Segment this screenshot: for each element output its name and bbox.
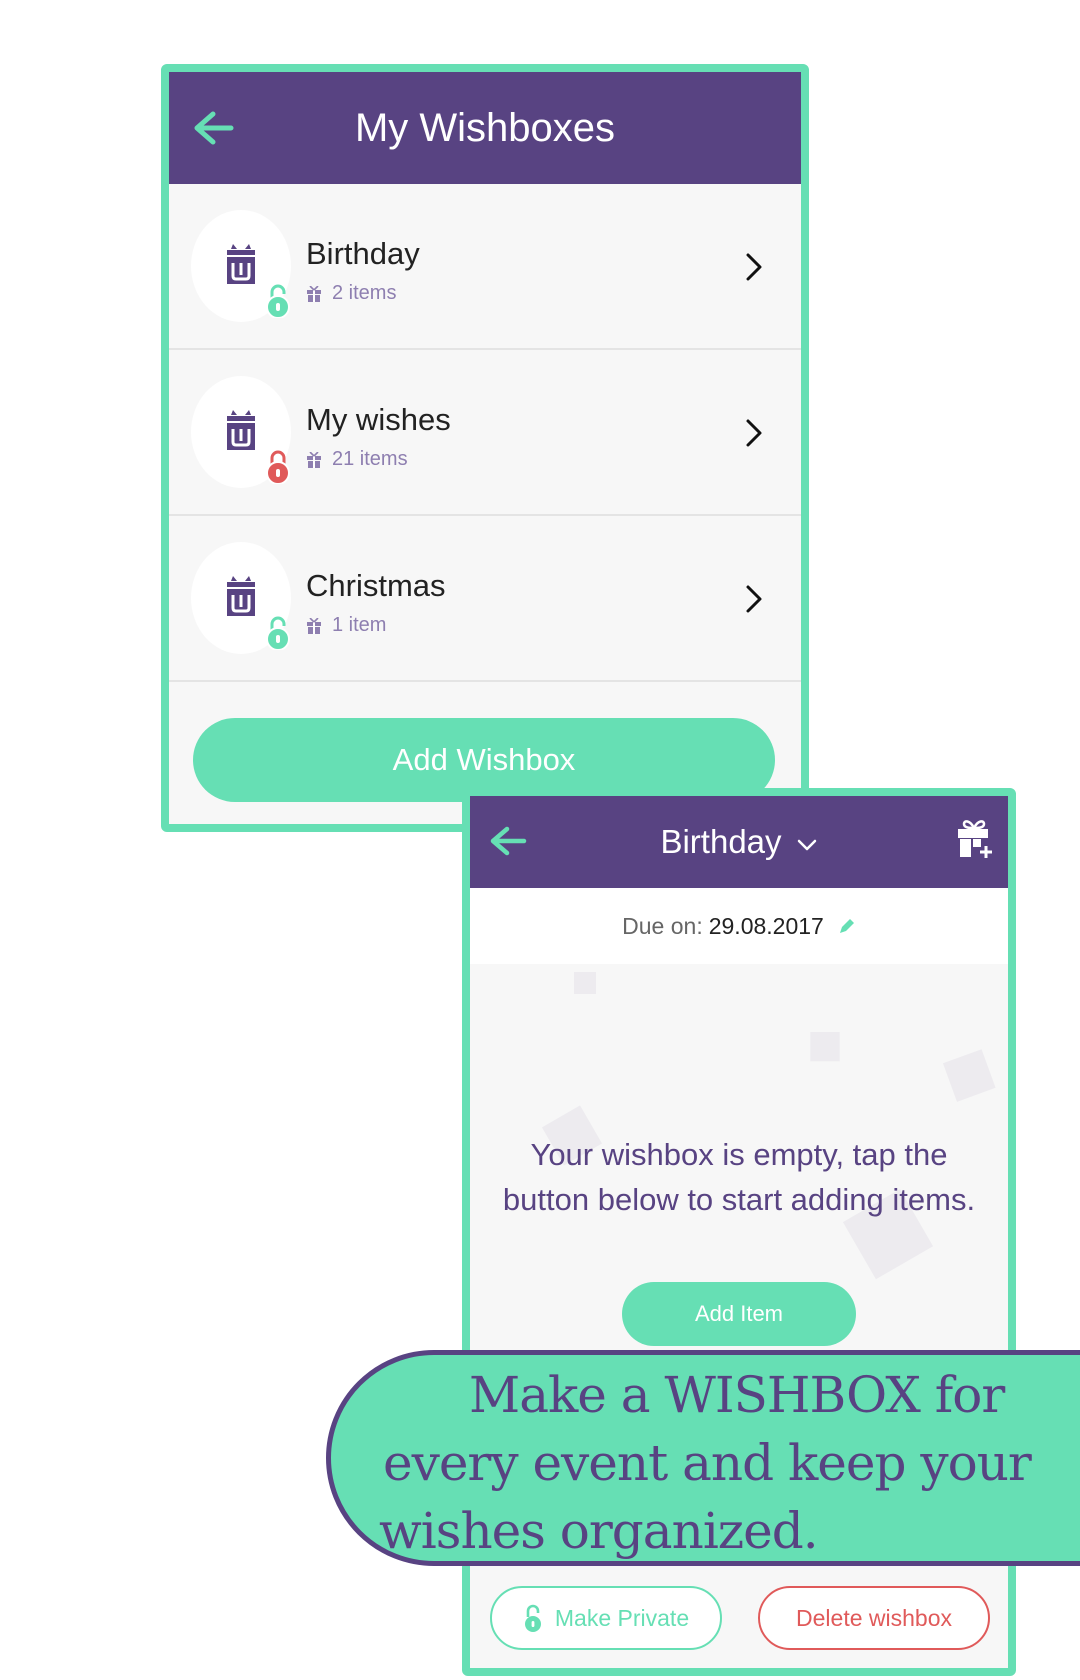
empty-state-message: Your wishbox is empty, tap the button be… [502,1137,976,1217]
wishbox-actions: Make Private Delete wishbox [490,1586,990,1652]
arrow-left-icon[interactable] [488,824,528,858]
gift-icon [307,617,321,634]
wishbox-row[interactable]: Birthday 2 items [169,184,801,350]
wishbox-logo-icon [227,410,255,450]
wishboxes-screen: My Wishboxes Birthday 2 items My wishes 21 … [161,64,809,832]
unlock-icon [266,284,290,318]
gift-icon [307,285,321,302]
wishbox-list: Birthday 2 items My wishes 21 items Christma… [169,184,801,682]
promo-text: Make a WISHBOX for every event and keep … [379,1361,1080,1561]
add-item-button[interactable]: Add Item [622,1282,856,1346]
watermark-logo-icon [810,1032,840,1062]
detail-header: Birthday [470,796,1008,888]
promo-banner: Make a WISHBOX for every event and keep … [326,1350,1080,1566]
chevron-right-icon [746,253,762,281]
wishbox-avatar [191,542,291,654]
add-gift-icon[interactable] [956,818,992,860]
due-label: Due on: [622,912,703,939]
wishbox-name: Birthday [306,236,420,271]
wishbox-item-count: 1 item [306,614,386,637]
watermark-logo-icon [942,1049,996,1102]
wishbox-avatar [191,376,291,488]
wishbox-title: Birthday [660,823,782,860]
wishbox-avatar [191,210,291,322]
wishbox-title-dropdown[interactable]: Birthday [660,823,817,861]
make-private-label: Make Private [554,1604,690,1631]
watermark-logo-icon [574,972,596,994]
pencil-icon[interactable] [838,917,856,935]
gift-icon [307,451,321,468]
lock-icon [266,450,290,484]
wishbox-count-label: 2 items [332,282,397,304]
wishbox-count-label: 1 item [332,614,387,636]
wishbox-row[interactable]: Christmas 1 item [169,516,801,682]
wishbox-count-label: 21 items [332,448,408,470]
wishbox-content: Your wishbox is empty, tap the button be… [470,964,1008,1668]
promo-line-1: Make a WISHBOX for [469,1366,1005,1424]
due-date: 29.08.2017 [708,912,824,939]
wishbox-item-count: 2 items [306,282,396,305]
delete-wishbox-button[interactable]: Delete wishbox [758,1586,990,1650]
wishbox-item-count: 21 items [306,448,408,471]
promo-line-2: every event and keep your [383,1434,1032,1492]
app-header: My Wishboxes [169,72,801,184]
unlock-icon [266,616,290,650]
chevron-right-icon [746,585,762,613]
wishbox-logo-icon [227,576,255,616]
wishbox-row[interactable]: My wishes 21 items [169,350,801,516]
promo-line-3: wishes organized. [379,1502,819,1560]
wishbox-logo-icon [227,244,255,284]
chevron-down-icon [797,839,816,851]
arrow-left-icon[interactable] [191,108,235,148]
make-private-button[interactable]: Make Private [490,1586,722,1650]
wishbox-name: My wishes [306,402,451,437]
wishbox-name: Christmas [306,568,446,603]
page-title: My Wishboxes [354,105,616,150]
due-date-bar[interactable]: Due on: 29.08.2017 [470,888,1008,964]
chevron-right-icon [746,419,762,447]
unlock-icon [524,1604,541,1632]
